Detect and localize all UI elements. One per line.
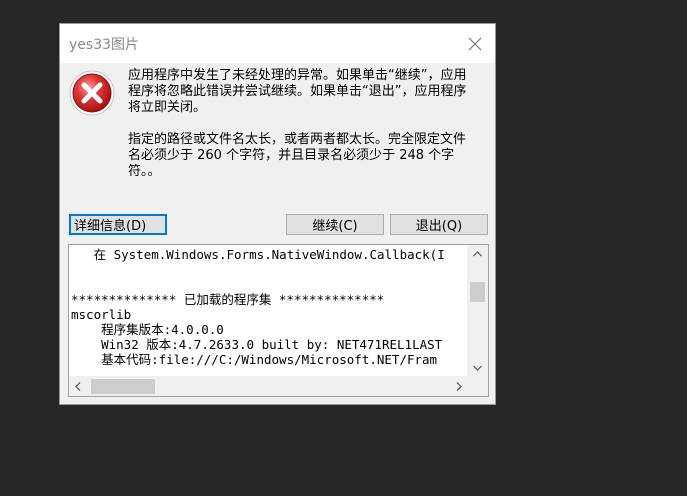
error-icon (69, 70, 115, 116)
details-text[interactable]: 在 System.Windows.Forms.NativeWindow.Call… (69, 245, 467, 376)
scroll-down-button[interactable] (467, 359, 488, 376)
chevron-down-icon (473, 365, 482, 371)
chevron-left-icon (74, 381, 80, 391)
chevron-right-icon (456, 381, 462, 391)
vertical-scroll-thumb[interactable] (470, 282, 485, 302)
error-message: 应用程序中发生了未经处理的异常。如果单击“继续”，应用程序将忽略此错误并尝试继续… (128, 68, 478, 180)
title-bar[interactable]: yes33图片 (60, 24, 495, 63)
close-button[interactable] (455, 24, 495, 63)
details-line: 程序集版本:4.0.0.0 (71, 322, 224, 337)
details-line: ************** 已加载的程序集 ************** (71, 292, 385, 307)
horizontal-scrollbar[interactable] (69, 376, 467, 396)
details-line: Win32 版本:4.7.2633.0 built by: NET471REL1… (71, 337, 443, 352)
vertical-scrollbar[interactable] (467, 245, 488, 376)
message-line-1: 应用程序中发生了未经处理的异常。如果单击“继续”，应用程序将忽略此错误并尝试继续… (128, 68, 467, 115)
details-line: mscorlib (71, 307, 132, 322)
details-line: 基本代码:file:///C:/Windows/Microsoft.NET/Fr… (71, 352, 438, 367)
details-line (71, 277, 467, 292)
horizontal-scroll-thumb[interactable] (91, 379, 155, 394)
details-button[interactable]: 详细信息(D) (69, 214, 167, 235)
details-line: 在 System.Windows.Forms.NativeWindow.Call… (71, 247, 445, 262)
scroll-right-button[interactable] (450, 376, 467, 396)
message-line-2: 指定的路径或文件名太长，或者两者都太长。完全限定文件名必须少于 260 个字符，… (128, 132, 467, 179)
scroll-up-button[interactable] (467, 245, 488, 262)
details-textbox[interactable]: 在 System.Windows.Forms.NativeWindow.Call… (68, 244, 489, 397)
scroll-corner (467, 376, 488, 396)
scroll-left-button[interactable] (69, 376, 86, 396)
close-icon (468, 37, 482, 50)
details-line (71, 262, 467, 277)
window-title: yes33图片 (69, 37, 140, 53)
error-dialog: yes33图片 应用程序中发生了未经处理的异常。如果单击“继续”，应用程序将忽略… (59, 23, 496, 405)
continue-button[interactable]: 继续(C) (286, 214, 384, 235)
quit-button[interactable]: 退出(Q) (390, 214, 488, 235)
chevron-up-icon (473, 250, 482, 256)
